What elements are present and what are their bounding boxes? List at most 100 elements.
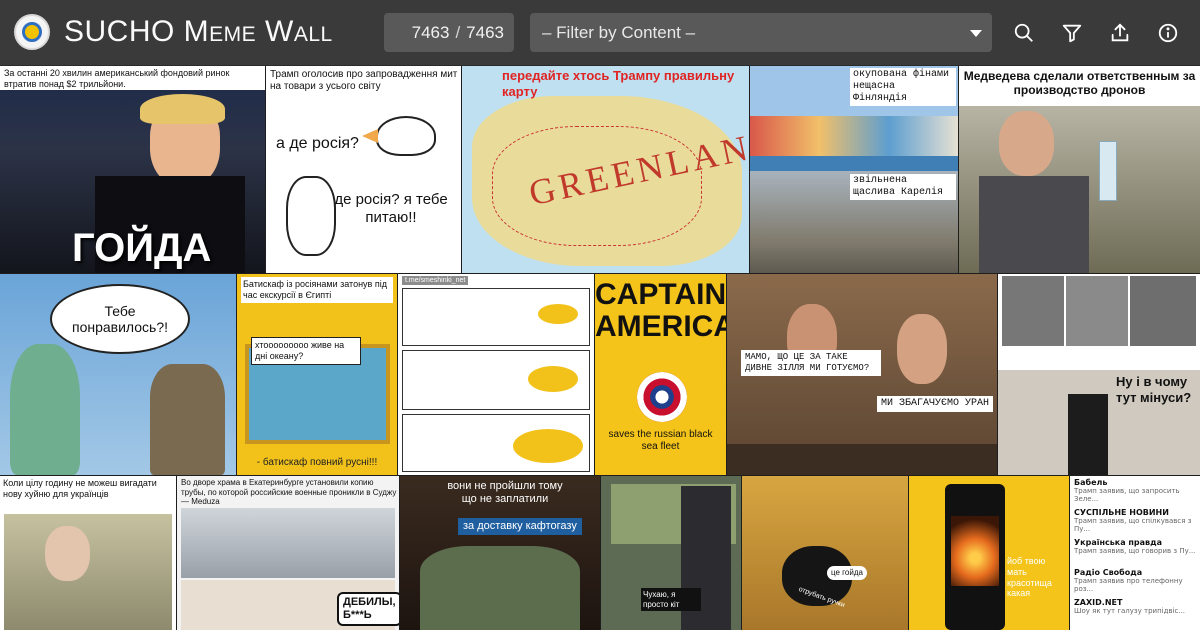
news-item: Радіо Свобода Трамп заявив про телефонну… xyxy=(1074,568,1198,598)
meme-tile-black-cat[interactable]: це гойда отрубать ручки xyxy=(742,476,908,630)
meme-bottom-text: - батискаф повний русні!!! xyxy=(256,457,378,468)
lenin-statue xyxy=(150,364,225,475)
news-item: Українська правда Трамп заявив, що говор… xyxy=(1074,538,1198,568)
news-item: СУСПІЛЬНЕ НОВИНИ Трамп заявив, що спілку… xyxy=(1074,508,1198,538)
comic-title-1: CAPTAIN xyxy=(595,278,726,311)
workers-photo xyxy=(181,508,395,578)
count-separator: / xyxy=(455,22,461,42)
meme-caption: передайте хтось Трампу правильну карту xyxy=(502,68,735,99)
medvedev-face xyxy=(999,111,1054,176)
meme-caption: Медведева сделали ответственным за произ… xyxy=(959,66,1200,106)
submarine-large xyxy=(513,429,583,463)
woman-right-face xyxy=(897,314,947,384)
content-filter-select[interactable]: – Filter by Content – xyxy=(530,13,992,52)
cat-speech: ДЕБИЛЫ, Б***Ь xyxy=(337,592,399,627)
goose-head xyxy=(376,116,436,156)
statue-of-liberty xyxy=(10,344,80,475)
meme-tile-finland[interactable]: окупована фінами нещасна Фінляндія звіль… xyxy=(750,66,958,273)
meme-caption: Батискаф із росіянами затонув під час ек… xyxy=(241,277,393,303)
upload-icon xyxy=(1111,23,1129,42)
fire-image xyxy=(951,516,999,586)
filter-icon xyxy=(1062,24,1082,43)
soldiers-group xyxy=(420,546,580,630)
meme-tile-soldiers[interactable]: вони не пройшли тому що не заплатили за … xyxy=(400,476,600,630)
harbor-water xyxy=(750,156,958,171)
news-source: Українська правда xyxy=(1074,538,1162,547)
filter-placeholder: – Filter by Content – xyxy=(542,22,696,42)
travolta-figure xyxy=(1068,394,1108,475)
app-header: SUCHO Meme Wall 7463 / 7463 – Filter by … xyxy=(0,0,1200,66)
captain-shield-icon xyxy=(637,372,687,422)
uranium-line-1: МАМО, ЩО ЦЕ ЗА ТАКЕ ДИВНЕ ЗІЛЛЯ МИ ГОТУЄ… xyxy=(741,350,881,376)
meme-line-2: де росія? я тебе питаю!! xyxy=(334,191,448,226)
goose-body xyxy=(286,176,336,256)
photo-2 xyxy=(1066,276,1128,346)
meme-tile-scholz-cat[interactable]: Чухаю, я просто кіт xyxy=(601,476,741,630)
fire-text: йоб твою мать красотища какая xyxy=(1007,556,1052,599)
chevron-down-icon xyxy=(970,30,982,37)
medvedev-shirt xyxy=(979,176,1089,273)
speech-bubble: Тебе понравилось?! xyxy=(50,284,190,354)
meme-tile-fire-phone[interactable]: йоб твою мать красотища какая xyxy=(909,476,1069,630)
meme-tile-workers[interactable]: Во дворе храма в Екатеринбурге установил… xyxy=(177,476,399,630)
meme-tile-news-feed[interactable]: Бабель Трамп заявив, що запросить Зеле..… xyxy=(1070,476,1200,630)
meme-caption: За останні 20 хвилин американський фондо… xyxy=(0,66,265,90)
vodka-bottle xyxy=(1099,141,1117,201)
info-button[interactable] xyxy=(1153,18,1183,48)
meme-tile-greenland-map[interactable]: передайте хтось Трампу правильну карту G… xyxy=(462,66,749,273)
soldiers-line-2: за доставку кафтогазу xyxy=(458,518,582,536)
meme-caption: Коли цілу годину не можеш вигадати нову … xyxy=(3,478,157,499)
filter-button[interactable] xyxy=(1057,18,1087,48)
travolta-bubble: Ну і в чому тут мінуси? xyxy=(1116,374,1192,405)
search-button[interactable] xyxy=(1009,18,1039,48)
news-list: Бабель Трамп заявив, що запросить Зеле..… xyxy=(1074,478,1198,628)
upload-button[interactable] xyxy=(1105,18,1135,48)
meme-tile-tariffs-goose[interactable]: Трамп оголосив про запровадження мит на … xyxy=(266,66,461,273)
meme-watermark: t.me/smeshinki_net xyxy=(402,276,469,285)
meme-line-1: а де росія? xyxy=(276,135,359,152)
meme-counter: 7463 / 7463 xyxy=(384,13,514,52)
meme-big-text: ГОЙДА xyxy=(72,226,212,270)
kitchen-counter xyxy=(727,444,997,475)
meme-tile-uranium[interactable]: МАМО, ЩО ЦЕ ЗА ТАКЕ ДИВНЕ ЗІЛЛЯ МИ ГОТУЄ… xyxy=(727,274,997,475)
soldiers-line-1: вони не пройшли тому що не заплатили xyxy=(447,480,563,506)
meme-tile-medvedev[interactable]: Медведева сделали ответственным за произ… xyxy=(959,66,1200,273)
news-item: Бабель Трамп заявив, що запросить Зеле..… xyxy=(1074,478,1198,508)
photo-3 xyxy=(1130,276,1196,346)
news-source: Радіо Свобода xyxy=(1074,568,1143,577)
sucho-logo xyxy=(14,14,50,50)
news-text: Трамп заявив, що говорив з Пу... xyxy=(1074,547,1196,555)
submarine-medium xyxy=(528,366,578,392)
meme-tile-travolta[interactable]: Ну і в чому тут мінуси? xyxy=(998,274,1200,475)
info-icon xyxy=(1158,23,1178,43)
helsinki-buildings xyxy=(750,116,958,156)
meme-tile-liberty-lenin[interactable]: Тебе понравилось?! xyxy=(0,274,236,475)
old-man-face xyxy=(45,526,90,581)
trump-hair xyxy=(140,94,225,124)
meme-tile-bathyscaphe[interactable]: Батискаф із росіянами затонув під час ек… xyxy=(237,274,397,475)
news-source: Бабель xyxy=(1074,478,1108,487)
meme-caption: Во дворе храма в Екатеринбурге установил… xyxy=(181,478,397,507)
cat-caption: Чухаю, я просто кіт xyxy=(641,588,701,612)
meme-tile-old-man[interactable]: Коли цілу годину не можеш вигадати нову … xyxy=(0,476,176,630)
meme-tile-captain-america[interactable]: CAPTAIN AMERICA saves the russian black … xyxy=(595,274,726,475)
total-count: 7463 xyxy=(466,22,504,42)
news-text: Трамп заявив, що спілкувався з Пу... xyxy=(1074,517,1192,533)
news-text: Трамп заявив про телефонну роз... xyxy=(1074,577,1183,593)
news-source: ZAXID.NET xyxy=(1074,598,1123,607)
goose-beak xyxy=(362,129,378,143)
submarine-small xyxy=(538,304,578,324)
news-item: ZAXID.NET Шоу як тут галузу трипідвіс... xyxy=(1074,598,1198,628)
news-text: Трамп заявив, що запросить Зеле... xyxy=(1074,487,1180,503)
news-source: СУСПІЛЬНЕ НОВИНИ xyxy=(1074,508,1169,517)
uranium-line-2: МИ ЗБАГАЧУЄМО УРАН xyxy=(877,396,994,412)
news-text: Шоу як тут галузу трипідвіс... xyxy=(1074,607,1186,615)
meme-caption: Трамп оголосив про запровадження мит на … xyxy=(270,69,458,92)
meme-tile-trump-stocks[interactable]: За останні 20 хвилин американський фондо… xyxy=(0,66,265,273)
comic-subtitle: saves the russian black sea fleet xyxy=(608,429,713,452)
finland-bottom-label: звільнена щаслива Карелія xyxy=(850,174,956,200)
old-man-photo xyxy=(4,514,172,630)
photo-1 xyxy=(1002,276,1064,346)
meme-tile-subs-comic[interactable]: t.me/smeshinki_net xyxy=(398,274,594,475)
comic-title-2: AMERICA xyxy=(595,310,726,343)
